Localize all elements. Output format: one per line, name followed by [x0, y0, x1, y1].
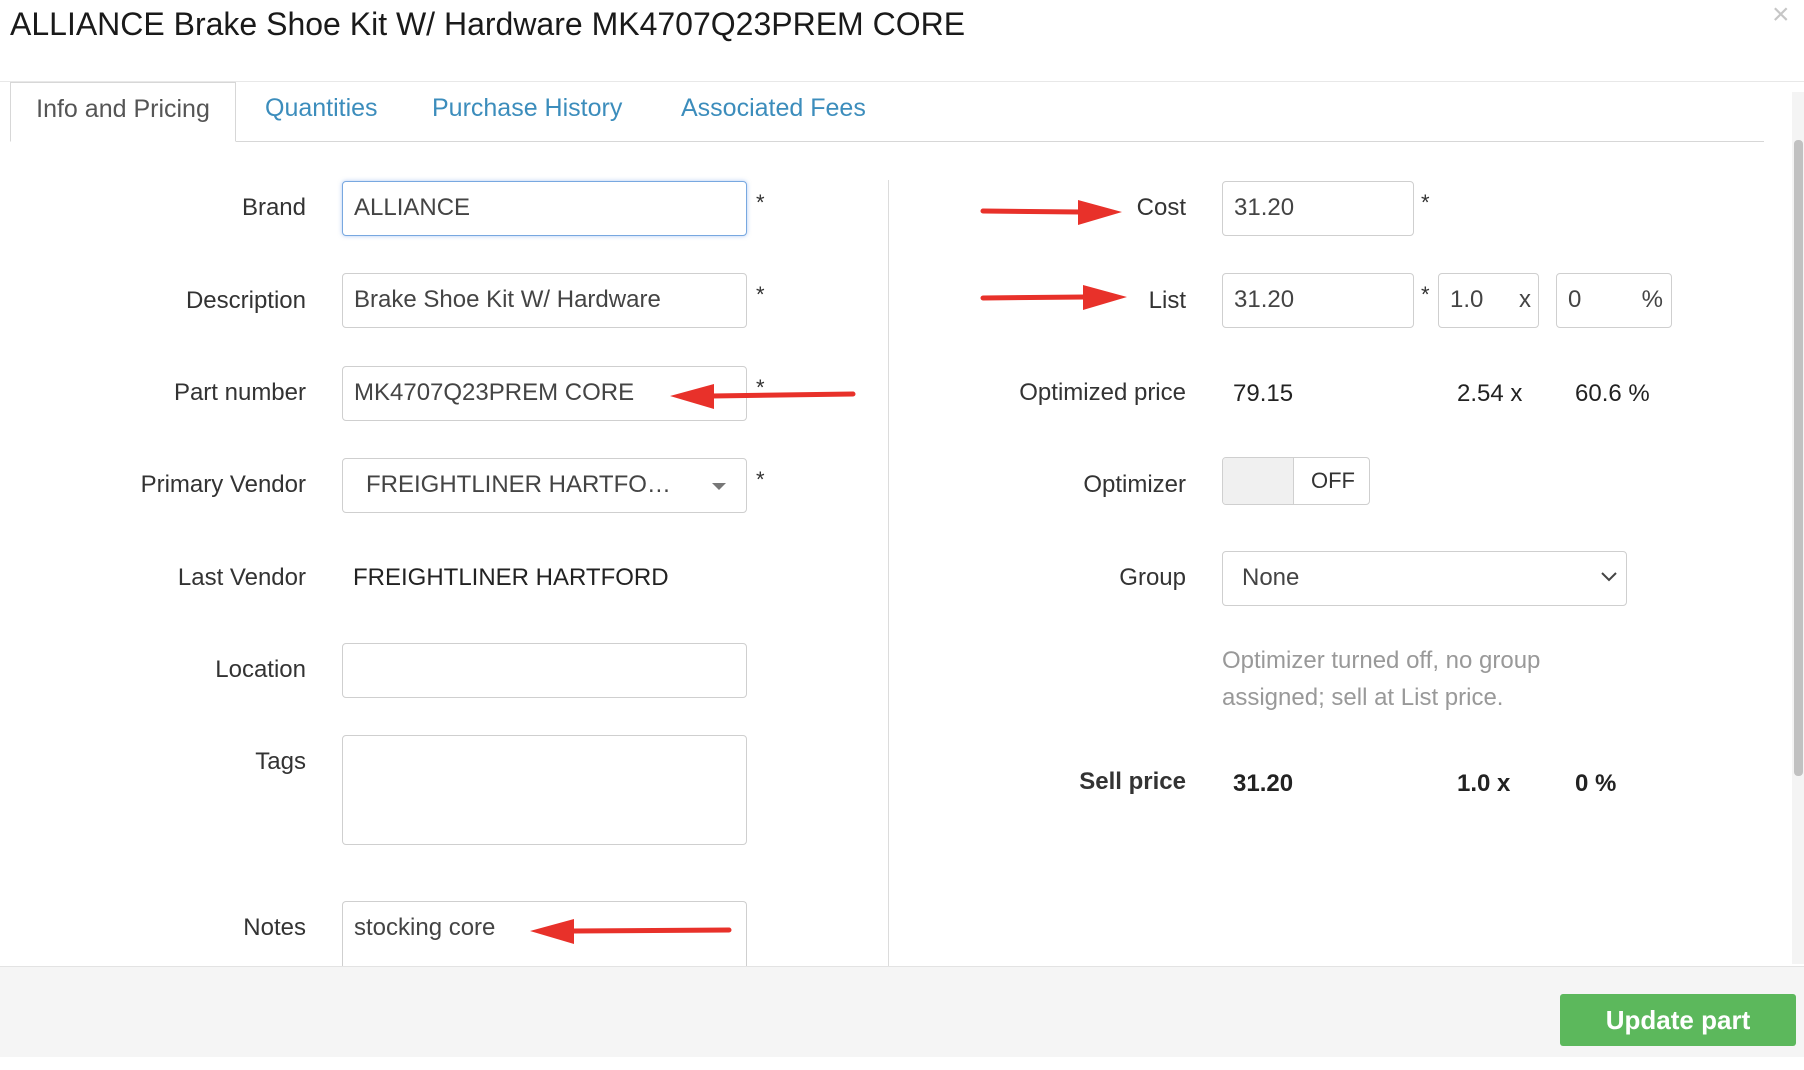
annotation-arrows [530, 200, 1127, 944]
arrow-to-list [980, 285, 1127, 310]
arrow-to-part-number [670, 384, 856, 409]
arrow-to-cost [980, 200, 1122, 225]
arrow-to-notes [530, 919, 732, 944]
